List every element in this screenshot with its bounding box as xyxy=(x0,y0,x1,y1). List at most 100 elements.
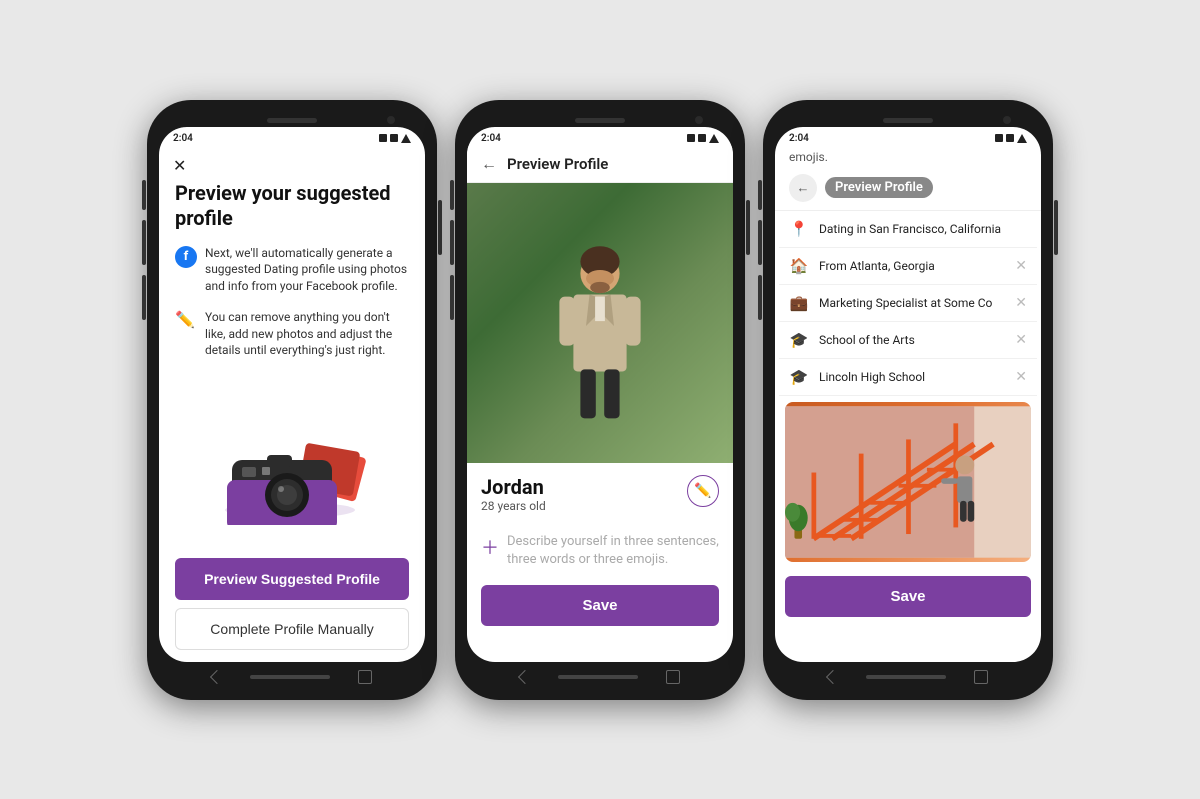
status-square-icon xyxy=(379,134,387,142)
phone1-status-bar: 2:04 xyxy=(159,127,425,146)
detail-text-highschool: Lincoln High School xyxy=(819,370,1005,384)
phone3-time: 2:04 xyxy=(789,133,809,144)
back-nav-button[interactable] xyxy=(210,669,224,683)
person-svg xyxy=(530,203,670,463)
facebook-icon: f xyxy=(175,246,197,268)
complete-profile-manually-button[interactable]: Complete Profile Manually xyxy=(175,608,409,650)
detail-row-location: 📍 Dating in San Francisco, California xyxy=(779,211,1037,248)
phone-3: 2:04 emojis. ← Preview Profile 📍 Dating … xyxy=(763,100,1053,700)
remove-work-button[interactable]: ✕ xyxy=(1015,295,1027,311)
info-item-1: f Next, we'll automatically generate a s… xyxy=(175,245,409,295)
phone1-status-icons xyxy=(379,134,411,143)
profile-detail-list: 📍 Dating in San Francisco, California 🏠 … xyxy=(775,211,1041,396)
close-button[interactable]: ✕ xyxy=(159,146,425,175)
status-sq1 xyxy=(687,134,695,142)
location-icon: 📍 xyxy=(789,220,809,238)
phone3-status-icons xyxy=(995,134,1027,143)
info-text-2: You can remove anything you don't like, … xyxy=(205,309,409,359)
phone1-camera xyxy=(387,116,395,124)
camera-illustration xyxy=(175,373,409,557)
square-nav-button3[interactable] xyxy=(974,670,988,684)
highschool-icon: 🎓 xyxy=(789,368,809,386)
phone1-time: 2:04 xyxy=(173,133,193,144)
square-nav-button2[interactable] xyxy=(666,670,680,684)
phone3-bottom-bar xyxy=(775,662,1041,688)
detail-row-college: 🎓 School of the Arts ✕ xyxy=(779,322,1037,359)
camera-svg xyxy=(212,405,372,525)
status-sig xyxy=(709,134,719,143)
phone2-header-title: Preview Profile xyxy=(507,155,608,173)
phone2-status-bar: 2:04 xyxy=(467,127,733,146)
phone1-content: Preview your suggested profile f Next, w… xyxy=(159,175,425,662)
square-nav-button[interactable] xyxy=(358,670,372,684)
s-sq2 xyxy=(1006,134,1014,142)
detail-row-work: 💼 Marketing Specialist at Some Co ✕ xyxy=(779,285,1037,322)
college-icon: 🎓 xyxy=(789,331,809,349)
phone2-top-bar xyxy=(467,112,733,127)
pencil-icon: ✏️ xyxy=(175,310,197,332)
phone2-save-button[interactable]: Save xyxy=(481,585,719,626)
phone1-speaker xyxy=(267,118,317,123)
phone3-top-bar xyxy=(775,112,1041,127)
back-nav-button3[interactable] xyxy=(826,669,840,683)
phone3-back-button[interactable]: ← xyxy=(789,174,817,202)
phone2-speaker xyxy=(575,118,625,123)
plus-icon: ＋ xyxy=(481,534,499,560)
info-text-1: Next, we'll automatically generate a sug… xyxy=(205,245,409,295)
home-bar3[interactable] xyxy=(866,675,946,679)
phone3-status-bar: 2:04 xyxy=(775,127,1041,146)
profile-info: Jordan 28 years old ✏️ xyxy=(467,463,733,525)
remove-college-button[interactable]: ✕ xyxy=(1015,332,1027,348)
home-bar2[interactable] xyxy=(558,675,638,679)
profile-name-age: Jordan 28 years old xyxy=(481,475,546,513)
phone1-title: Preview your suggested profile xyxy=(175,181,409,231)
phone2-camera xyxy=(695,116,703,124)
phone3-save-button[interactable]: Save xyxy=(785,576,1031,617)
preview-suggested-profile-button[interactable]: Preview Suggested Profile xyxy=(175,558,409,600)
phone1-screen: 2:04 ✕ Preview your suggested profile f … xyxy=(159,127,425,662)
status-sq2 xyxy=(698,134,706,142)
s-sig xyxy=(1017,134,1027,143)
phone2-header: ← Preview Profile xyxy=(467,146,733,183)
back-nav-button2[interactable] xyxy=(518,669,532,683)
info-item-2: ✏️ You can remove anything you don't lik… xyxy=(175,309,409,359)
remove-hometown-button[interactable]: ✕ xyxy=(1015,258,1027,274)
bio-placeholder: Describe yourself in three sentences, th… xyxy=(507,533,719,569)
phone2-status-icons xyxy=(687,134,719,143)
phone-2: 2:04 ← Preview Profile xyxy=(455,100,745,700)
detail-text-work: Marketing Specialist at Some Co xyxy=(819,296,1005,310)
phone1-top-bar xyxy=(159,112,425,127)
s-sq1 xyxy=(995,134,1003,142)
home-icon: 🏠 xyxy=(789,257,809,275)
detail-row-highschool: 🎓 Lincoln High School ✕ xyxy=(779,359,1037,396)
phone3-speaker xyxy=(883,118,933,123)
edit-profile-button[interactable]: ✏️ xyxy=(687,475,719,507)
remove-highschool-button[interactable]: ✕ xyxy=(1015,369,1027,385)
emojis-text: emojis. xyxy=(775,146,1041,166)
profile-name: Jordan xyxy=(481,475,546,499)
phone3-camera xyxy=(1003,116,1011,124)
phone3-screen: 2:04 emojis. ← Preview Profile 📍 Dating … xyxy=(775,127,1041,662)
status-signal-icon xyxy=(401,134,411,143)
profile-photo xyxy=(467,183,733,463)
phone2-bottom-bar xyxy=(467,662,733,688)
phone-1: 2:04 ✕ Preview your suggested profile f … xyxy=(147,100,437,700)
phone2-time: 2:04 xyxy=(481,133,501,144)
profile-age: 28 years old xyxy=(481,499,546,513)
profile-name-row: Jordan 28 years old ✏️ xyxy=(481,475,719,513)
phone1-bottom-bar xyxy=(159,662,425,688)
detail-text-college: School of the Arts xyxy=(819,333,1005,347)
detail-row-hometown: 🏠 From Atlanta, Georgia ✕ xyxy=(779,248,1037,285)
staircase-svg xyxy=(785,402,1031,562)
bio-input-area[interactable]: ＋ Describe yourself in three sentences, … xyxy=(467,525,733,577)
phone2-back-button[interactable]: ← xyxy=(481,154,497,174)
detail-text-hometown: From Atlanta, Georgia xyxy=(819,259,1005,273)
phone2-screen: 2:04 ← Preview Profile xyxy=(467,127,733,662)
phone3-header: ← Preview Profile xyxy=(775,166,1041,211)
status-square-icon2 xyxy=(390,134,398,142)
work-icon: 💼 xyxy=(789,294,809,312)
home-bar[interactable] xyxy=(250,675,330,679)
phone3-header-title: Preview Profile xyxy=(825,177,933,198)
detail-text-location: Dating in San Francisco, California xyxy=(819,222,1027,236)
profile-photo-preview xyxy=(785,402,1031,562)
